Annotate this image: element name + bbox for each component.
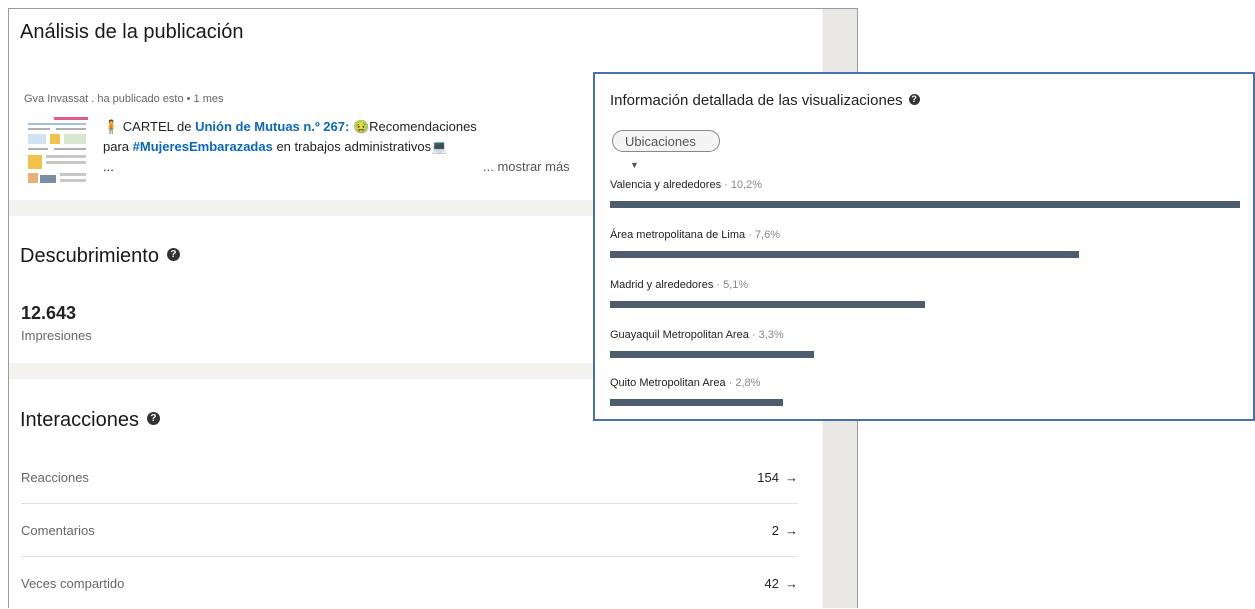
location-filter-dropdown[interactable]: Ubicaciones ▼ <box>612 130 720 170</box>
help-icon[interactable]: ? <box>166 248 180 262</box>
row-value: 154 → <box>757 470 798 485</box>
row-value: 42 → <box>765 576 798 591</box>
location-bar <box>610 351 814 358</box>
interaction-row-shares[interactable]: Veces compartido 42 → <box>21 557 798 609</box>
caret-down-icon: ▼ <box>630 159 639 170</box>
location-bar <box>610 301 925 308</box>
help-icon[interactable]: ? <box>146 412 160 426</box>
mention-link[interactable]: Unión de Mutuas n.º 267: <box>195 119 349 134</box>
location-percent: · 10,2% <box>721 179 763 191</box>
author-meta: Gva Invassat . ha publicado esto • 1 mes <box>24 93 224 105</box>
location-label: Valencia y alrededores · 10,2% <box>610 179 1240 191</box>
views-detail-popup: Información detallada de las visualizaci… <box>593 72 1255 421</box>
location-name: Madrid y alrededores <box>610 279 714 291</box>
discovery-heading: Descubrimiento? <box>20 245 180 268</box>
interactions-heading: Interacciones? <box>20 409 160 432</box>
page-title: Análisis de la publicación <box>20 21 244 43</box>
location-item: Quito Metropolitan Area · 2,8% <box>610 377 1240 406</box>
views-detail-title: Información detallada de las visualizaci… <box>610 92 903 109</box>
location-name: Valencia y alrededores <box>610 179 722 191</box>
impressions-value: 12.643 <box>21 303 77 323</box>
location-item: Madrid y alrededores · 5,1% <box>610 279 1240 308</box>
count: 42 <box>764 576 779 591</box>
location-percent: · 7,6% <box>745 229 780 241</box>
post-thumbnail[interactable] <box>24 115 90 185</box>
hashtag-link[interactable]: #MujeresEmbarazadas <box>133 139 273 154</box>
interactions-title: Interacciones <box>20 409 139 431</box>
post-text: en trabajos administrativos💻 <box>272 139 448 154</box>
dropdown-label: Ubicaciones <box>625 134 696 149</box>
location-label: Madrid y alrededores · 5,1% <box>610 279 1240 291</box>
post-text: 🤢Recomendaciones <box>349 119 477 134</box>
location-name: Quito Metropolitan Area <box>610 377 726 389</box>
arrow-right-icon[interactable]: → <box>785 576 798 591</box>
location-bar <box>610 399 783 406</box>
row-value: 2 → <box>772 523 798 538</box>
location-label: Quito Metropolitan Area · 2,8% <box>610 377 1240 389</box>
row-label: Reacciones <box>21 470 89 485</box>
post-text-line-3: ... <box>103 159 114 174</box>
interaction-row-comments[interactable]: Comentarios 2 → <box>21 504 798 557</box>
post-text-line-1: 🧍 CARTEL de Unión de Mutuas n.º 267: 🤢Re… <box>103 119 477 135</box>
location-label: Área metropolitana de Lima · 7,6% <box>610 229 1240 241</box>
location-name: Área metropolitana de Lima <box>610 229 746 241</box>
arrow-right-icon[interactable]: → <box>785 523 798 538</box>
row-label: Veces compartido <box>21 576 125 591</box>
post-text: para <box>103 139 133 154</box>
discovery-title: Descubrimiento <box>20 245 159 267</box>
views-detail-heading: Información detallada de las visualizaci… <box>610 92 920 109</box>
location-percent: · 5,1% <box>713 279 749 291</box>
location-label: Guayaquil Metropolitan Area · 3,3% <box>610 329 1240 341</box>
location-percent: · 2,8% <box>725 377 761 389</box>
location-bar <box>610 201 1240 208</box>
location-item: Valencia y alrededores · 10,2% <box>610 179 1240 208</box>
post-text: 🧍 CARTEL de <box>103 119 196 134</box>
location-percent: · 3,3% <box>748 329 784 341</box>
count: 154 <box>757 470 779 485</box>
location-item: Área metropolitana de Lima · 7,6% <box>610 229 1240 258</box>
location-name: Guayaquil Metropolitan Area <box>610 329 749 341</box>
impressions-label: Impresiones <box>21 328 92 343</box>
count: 2 <box>771 523 779 538</box>
location-bar <box>610 251 1080 258</box>
post-text-line-2: para #MujeresEmbarazadas en trabajos adm… <box>103 139 447 155</box>
help-icon[interactable]: ? <box>908 93 920 105</box>
arrow-right-icon[interactable]: → <box>785 470 798 485</box>
show-more-link[interactable]: ... mostrar más <box>483 159 570 174</box>
row-label: Comentarios <box>21 523 95 538</box>
interaction-row-reactions[interactable]: Reacciones 154 → <box>21 451 798 504</box>
location-item: Guayaquil Metropolitan Area · 3,3% <box>610 329 1240 358</box>
